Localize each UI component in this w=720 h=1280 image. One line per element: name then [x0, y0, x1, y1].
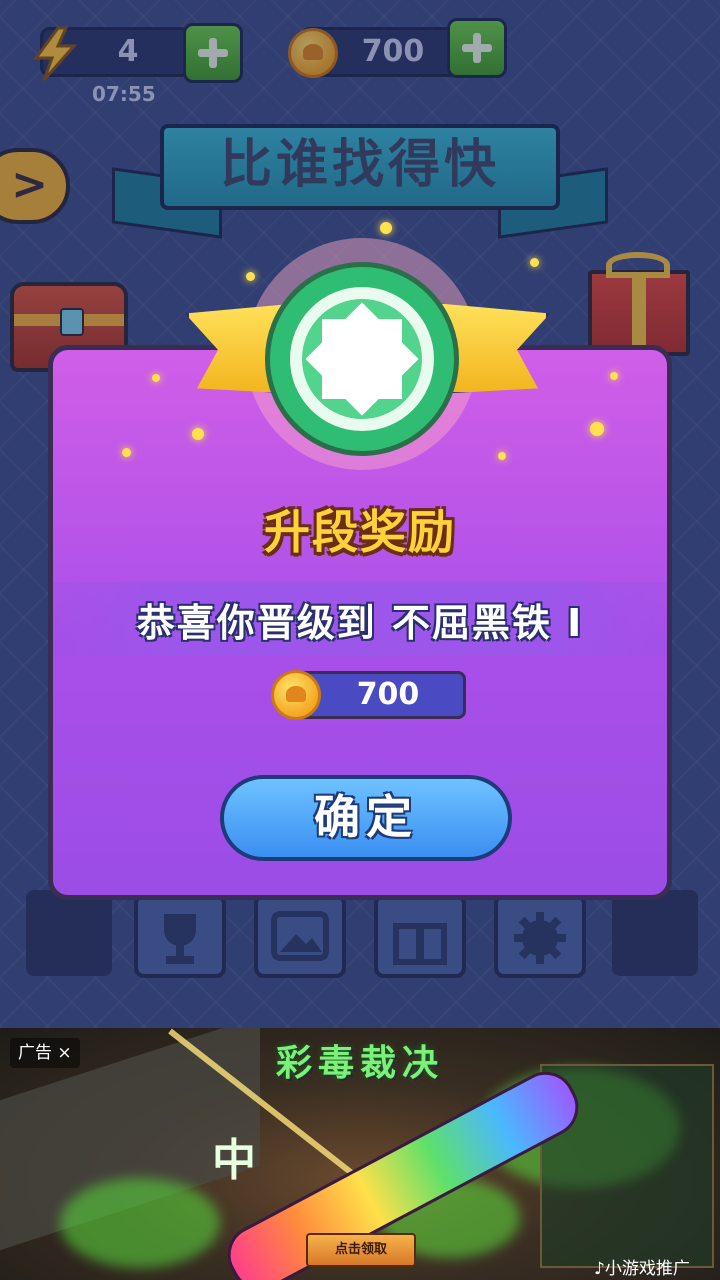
ad-banner[interactable]: 彩毒裁决 中 广告 × 点击领取 ♪小游戏推广 — [0, 1028, 720, 1280]
sparkle — [498, 452, 506, 460]
sparkle — [380, 222, 392, 234]
ad-overlay-text: 中 — [212, 1135, 256, 1186]
ad-headline: 彩毒裁决 — [275, 1042, 444, 1084]
sparkle — [152, 374, 160, 382]
rank-medal-icon — [265, 262, 459, 456]
sparkle — [530, 258, 539, 267]
sparkle — [122, 448, 131, 457]
confirm-button[interactable]: 确定 — [220, 775, 512, 861]
reward-coin-icon — [271, 670, 321, 720]
ad-glow — [60, 1178, 220, 1268]
ad-claim-button[interactable]: 点击领取 — [306, 1233, 416, 1267]
promotion-message: 恭喜你晋级到 不屈黑铁 I — [136, 601, 584, 645]
dialog-title: 升段奖励 — [264, 505, 456, 559]
sparkle — [590, 422, 604, 436]
sparkle — [610, 372, 618, 380]
sparkle — [192, 428, 204, 440]
ad-close-label[interactable]: 广告 × — [10, 1038, 80, 1068]
sparkle — [246, 272, 255, 281]
ad-source-label: ♪小游戏推广 — [594, 1259, 690, 1279]
